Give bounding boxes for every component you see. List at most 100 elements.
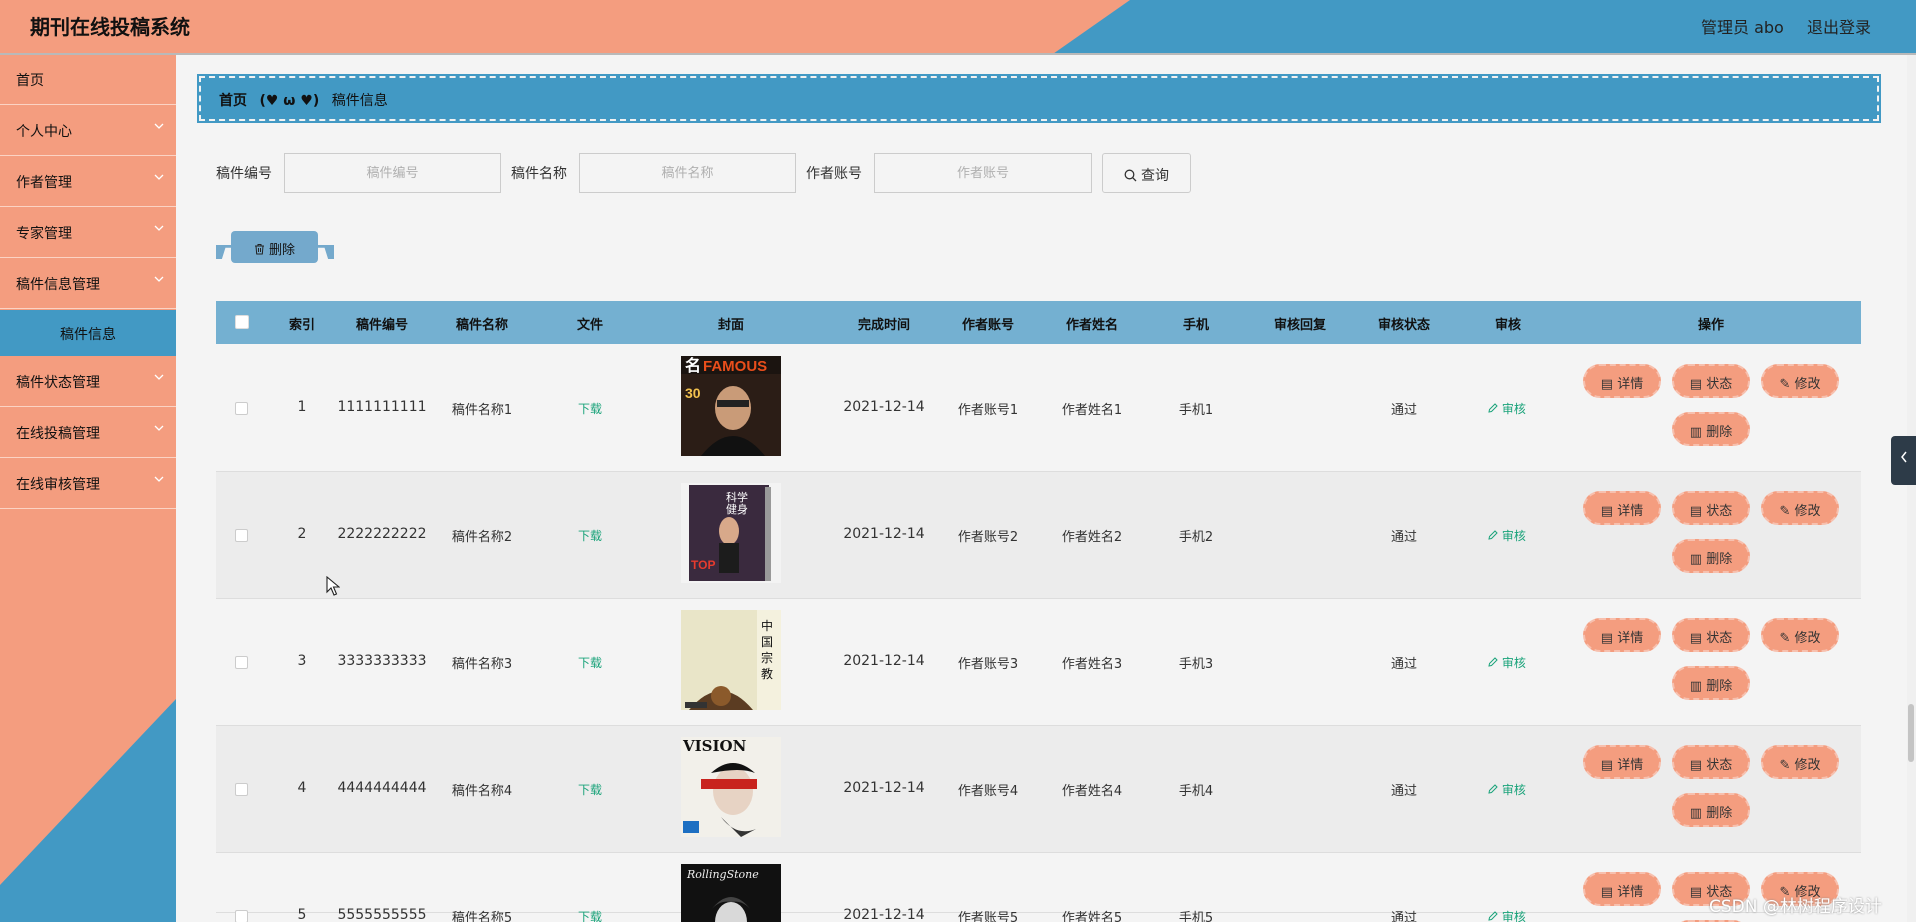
detail-button-label: 详情 [1617,885,1644,900]
status-button[interactable]: ▤ 状态 [1672,745,1750,779]
page-scrollbar[interactable] [1907,55,1916,922]
detail-button[interactable]: ▤ 详情 [1583,618,1661,652]
sidebar-item-online-submission[interactable]: 在线投稿管理 [0,408,176,458]
mouse-cursor-icon [326,575,341,600]
watermark-text: CSDN @林树程序设计 [1709,897,1882,917]
logout-link[interactable]: 退出登录 [1807,14,1871,38]
delete-row-button-label: 删除 [1706,806,1733,821]
status-button[interactable]: ▤ 状态 [1672,364,1750,398]
sidebar-item-label: 个人中心 [16,124,72,140]
svg-text:VISION: VISION [682,737,747,755]
audit-link-label: 审核 [1501,656,1526,670]
edit-button[interactable]: ✎ 修改 [1761,364,1839,398]
cell-review-status: 通过 [1390,403,1417,418]
cell-name: 稿件名称4 [451,784,513,799]
cell-phone: 手机5 [1178,911,1214,922]
chevron-down-icon [154,273,164,286]
edit-icon [1488,783,1498,797]
breadcrumb: 首页 (♥ ω ♥) 稿件信息 [197,74,1881,123]
select-all-checkbox[interactable] [235,315,249,329]
cell-index: 5 [297,907,307,922]
sidebar-item-label: 在线投稿管理 [16,426,100,442]
search-input-account[interactable] [874,153,1092,193]
search-input-name[interactable] [579,153,796,193]
cell-author-name: 作者姓名2 [1061,530,1123,545]
detail-button-label: 详情 [1617,631,1644,646]
edit-icon [1488,910,1498,922]
audit-link[interactable]: 审核 [1488,400,1538,417]
download-link[interactable]: 下载 [550,908,630,922]
row-checkbox[interactable] [235,656,248,669]
document-icon: ▤ [1600,377,1618,392]
svg-text:国: 国 [761,635,773,649]
header-code: 稿件编号 [355,318,408,333]
edit-icon [1488,529,1498,543]
sidebar-item-manuscript-status[interactable]: 稿件状态管理 [0,357,176,407]
edit-button[interactable]: ✎ 修改 [1761,745,1839,779]
download-link[interactable]: 下载 [550,527,630,544]
cell-author-name: 作者姓名4 [1061,784,1123,799]
sidebar-subitem-manuscript-info[interactable]: 稿件信息 [0,310,176,356]
sidebar-item-label: 首页 [16,73,44,89]
query-button[interactable]: 查询 [1102,153,1191,193]
edit-button[interactable]: ✎ 修改 [1761,491,1839,525]
row-checkbox[interactable] [235,529,248,542]
breadcrumb-home[interactable]: 首页 [219,93,247,109]
cell-author-account: 作者账号2 [957,530,1019,545]
detail-button[interactable]: ▤ 详情 [1583,872,1661,906]
sidebar-item-personal-center[interactable]: 个人中心 [0,106,176,156]
download-link[interactable]: 下载 [550,781,630,798]
cell-index: 4 [297,780,307,796]
svg-text:30: 30 [685,385,701,401]
cell-phone: 手机2 [1178,530,1214,545]
delete-row-button[interactable]: ▥ 删除 [1672,539,1750,573]
collapse-panel-toggle[interactable] [1891,436,1916,485]
table-row: 4 4444444444 稿件名称4 下载 VISION 2021-12-14 … [216,726,1861,853]
bulk-delete-button[interactable]: 删除 [231,231,318,263]
cell-index: 1 [297,399,307,415]
cell-finish-time: 2021-12-14 [843,399,925,415]
delete-row-button[interactable]: ▥ 删除 [1672,666,1750,700]
edit-icon: ✎ [1779,504,1795,519]
sidebar-item-expert-management[interactable]: 专家管理 [0,208,176,258]
audit-link[interactable]: 审核 [1488,908,1538,922]
audit-link[interactable]: 审核 [1488,781,1538,798]
edit-button[interactable]: ✎ 修改 [1761,618,1839,652]
row-checkbox[interactable] [235,402,248,415]
cell-author-account: 作者账号4 [957,784,1019,799]
cell-review-status: 通过 [1390,530,1417,545]
document-icon: ▤ [1689,504,1707,519]
sidebar-item-home[interactable]: 首页 [0,55,176,105]
top-header: 期刊在线投稿系统 管理员 abo 退出登录 [0,0,1916,53]
delete-row-button[interactable]: ▥ 删除 [1672,412,1750,446]
cell-code: 2222222222 [337,526,427,542]
sidebar-item-author-management[interactable]: 作者管理 [0,157,176,207]
detail-button[interactable]: ▤ 详情 [1583,745,1661,779]
chevron-down-icon [154,120,164,133]
svg-text:中: 中 [761,618,773,633]
detail-button[interactable]: ▤ 详情 [1583,364,1661,398]
delete-row-button-label: 删除 [1706,552,1733,567]
status-button[interactable]: ▤ 状态 [1672,618,1750,652]
audit-link[interactable]: 审核 [1488,654,1538,671]
row-checkbox[interactable] [235,783,248,796]
sidebar-item-manuscript-management[interactable]: 稿件信息管理 [0,259,176,309]
cover-image: 科学 健身 TOP [681,483,781,583]
download-link[interactable]: 下载 [550,400,630,417]
sidebar-item-label: 在线审核管理 [16,477,100,493]
detail-button-label: 详情 [1617,377,1644,392]
detail-button[interactable]: ▤ 详情 [1583,491,1661,525]
edit-button-label: 修改 [1794,504,1821,519]
cell-phone: 手机4 [1178,784,1214,799]
download-link[interactable]: 下载 [550,654,630,671]
search-input-code[interactable] [284,153,501,193]
sidebar-item-online-review[interactable]: 在线审核管理 [0,459,176,509]
row-checkbox[interactable] [235,910,248,922]
delete-row-button[interactable]: ▥ 删除 [1672,793,1750,827]
status-button[interactable]: ▤ 状态 [1672,491,1750,525]
edit-icon: ✎ [1779,631,1795,646]
page-scrollbar-thumb[interactable] [1908,704,1914,762]
edit-icon [1488,656,1498,670]
chevron-down-icon [154,222,164,235]
audit-link[interactable]: 审核 [1488,527,1538,544]
